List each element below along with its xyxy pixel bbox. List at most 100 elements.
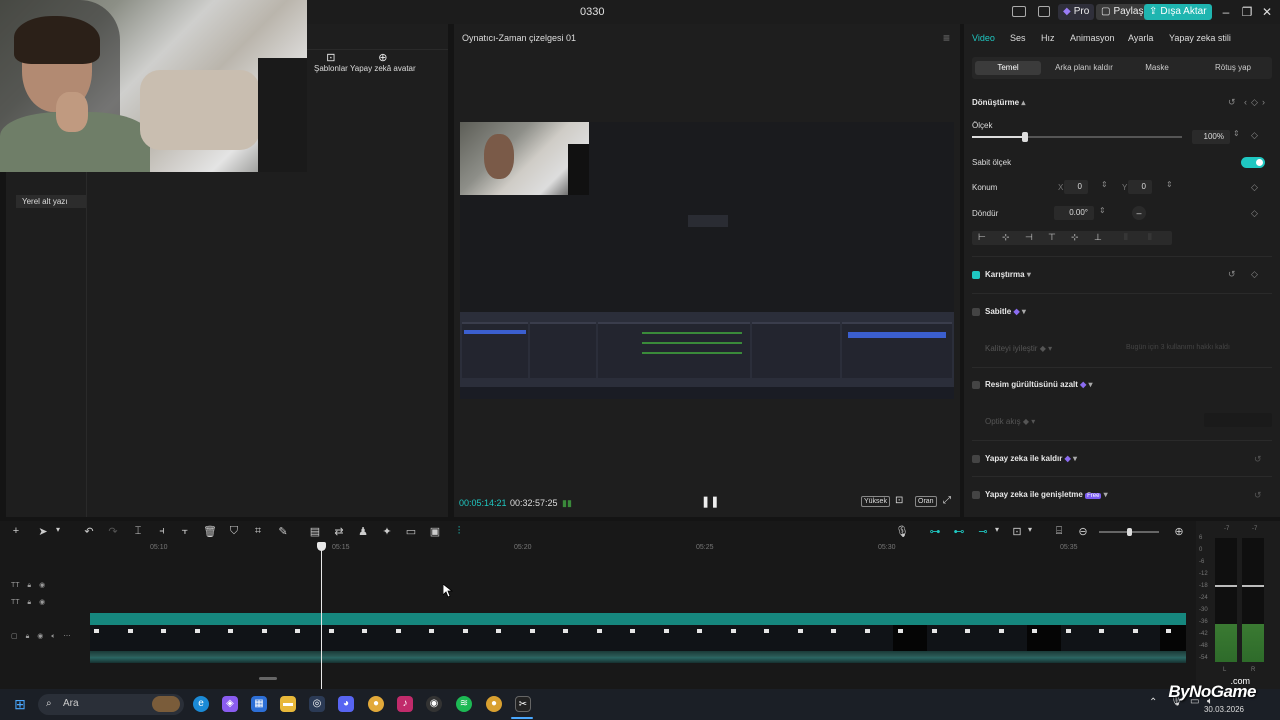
export-button[interactable]: ⇪ Dışa Aktar — [1144, 4, 1212, 20]
copilot-icon[interactable]: ◈ — [222, 696, 238, 712]
magnet-icon[interactable]: ⊷ — [952, 525, 966, 538]
video-preview[interactable] — [460, 122, 954, 399]
share-button[interactable]: ▢ Paylaş — [1096, 4, 1149, 20]
ai-expand-checkbox[interactable] — [972, 491, 980, 499]
rotate-stepper-icon[interactable]: ⇕ — [1099, 206, 1106, 215]
scale-stepper-icon[interactable]: ⇕ — [1233, 129, 1240, 138]
keyframe-icon[interactable]: ◇ — [1251, 97, 1258, 108]
shortcut-icon[interactable] — [1038, 6, 1050, 17]
scale-slider-track[interactable] — [972, 132, 1182, 142]
split-left-icon[interactable]: ⫞ — [155, 525, 169, 538]
taskbar-search[interactable]: ⌕ Ara — [38, 694, 184, 715]
distribute-h-icon[interactable]: ⫴ — [1124, 232, 1128, 243]
video-thumbnails[interactable] — [90, 625, 1186, 651]
eye-icon[interactable]: ◉ — [37, 633, 43, 640]
chevron-up-icon[interactable]: ⌃ — [1149, 697, 1157, 708]
ai-remove-reset-icon[interactable]: ↺ — [1254, 454, 1262, 465]
obs-icon[interactable]: ◉ — [426, 696, 442, 712]
rotate-keyframe-icon[interactable]: ◇ — [1251, 208, 1258, 219]
redo-icon[interactable]: ↷ — [106, 525, 120, 538]
eye-icon[interactable]: ◉ — [39, 599, 45, 606]
tab-adjust[interactable]: Ayarla — [1128, 33, 1153, 43]
ratio-button[interactable]: Oran — [915, 496, 937, 507]
blend-section[interactable]: Karıştırma ▾ — [985, 270, 1031, 279]
rotate-input[interactable]: 0.00° — [1054, 206, 1094, 220]
caption-toggle-icon[interactable]: ⌸ — [1052, 525, 1066, 538]
align-center-h-icon[interactable]: ⊹ — [1002, 232, 1010, 243]
discord-icon[interactable]: ◕ — [338, 696, 354, 712]
mirror-icon[interactable]: ⇄ — [332, 525, 346, 538]
crop-icon[interactable]: ⌗ — [251, 525, 265, 538]
position-keyframe-icon[interactable]: ◇ — [1251, 182, 1258, 193]
templates-tool[interactable]: ⊡ Şablonlar — [314, 52, 348, 73]
chevron-down-icon[interactable]: ▾ — [1023, 525, 1037, 534]
zoom-in-icon[interactable]: ⊕ — [1172, 525, 1186, 538]
subtitle-icon[interactable]: ▭ — [404, 525, 418, 538]
chrome-profile-icon[interactable]: ● — [486, 696, 502, 712]
chevron-down-icon[interactable]: ▾ — [990, 525, 1004, 534]
rotate-dial-icon[interactable]: – — [1132, 206, 1146, 220]
auto-caption-icon[interactable]: ▤ — [308, 525, 322, 538]
align-left-icon[interactable]: ⊢ — [978, 232, 986, 243]
shield-icon[interactable]: ⛉ — [227, 525, 241, 538]
clock-date[interactable]: 30.03.2026 — [1204, 705, 1244, 714]
ai-expand-reset-icon[interactable]: ↺ — [1254, 490, 1262, 501]
position-x-input[interactable]: 0 — [1064, 180, 1088, 194]
zoom-fit-icon[interactable]: ⊡ — [895, 495, 903, 506]
split-right-icon[interactable]: ⫟ — [178, 525, 192, 538]
person-cut-icon[interactable]: ♟ — [356, 525, 370, 538]
undo-icon[interactable]: ↶ — [82, 525, 96, 538]
zoom-slider-track[interactable] — [1099, 528, 1159, 536]
maximize-icon[interactable]: ❐ — [1239, 4, 1255, 20]
distribute-v-icon[interactable]: ⫴ — [1148, 232, 1152, 243]
denoise-checkbox[interactable] — [972, 381, 980, 389]
spotify-icon[interactable]: ≋ — [456, 696, 472, 712]
chevron-down-icon[interactable]: ▾ — [51, 525, 65, 534]
pause-icon[interactable]: ❚❚ — [701, 495, 719, 508]
layout-icon[interactable] — [1012, 6, 1026, 17]
lock-icon[interactable]: 🔒︎ — [26, 633, 30, 640]
subtab-remove-bg[interactable]: Arka planı kaldır — [1046, 61, 1122, 75]
add-icon[interactable]: + — [9, 525, 23, 537]
zoom-slider-knob[interactable] — [1127, 528, 1132, 536]
audio-waveform[interactable] — [90, 651, 1186, 663]
fixed-scale-toggle[interactable] — [1241, 157, 1265, 168]
next-keyframe-icon[interactable]: › — [1262, 97, 1265, 107]
playhead[interactable] — [321, 543, 322, 690]
blend-reset-icon[interactable]: ↺ — [1228, 269, 1236, 280]
edge-icon[interactable]: e — [193, 696, 209, 712]
blend-keyframe-icon[interactable]: ◇ — [1251, 269, 1258, 280]
capcut-icon[interactable]: ✂ — [515, 696, 531, 712]
tiktok-icon[interactable]: ♪ — [397, 696, 413, 712]
video-clip[interactable] — [90, 613, 1186, 625]
blend-checkbox[interactable] — [972, 271, 980, 279]
close-icon[interactable]: ✕ — [1259, 4, 1275, 20]
fullscreen-icon[interactable]: ⤢ — [943, 495, 951, 506]
align-top-icon[interactable]: ⊤ — [1048, 232, 1056, 243]
lock-icon[interactable]: 🔒︎ — [27, 582, 31, 589]
stabilize-section[interactable]: Sabitle ◆ ▾ — [985, 307, 1026, 316]
steam-icon[interactable]: ◎ — [309, 696, 325, 712]
prev-keyframe-icon[interactable]: ‹ — [1244, 97, 1247, 107]
ai-remove-checkbox[interactable] — [972, 455, 980, 463]
stabilize-checkbox[interactable] — [972, 308, 980, 316]
minimize-icon[interactable]: – — [1218, 4, 1234, 20]
store-icon[interactable]: ▦ — [251, 696, 267, 712]
edit-icon[interactable]: ✎ — [276, 525, 290, 538]
link-main-icon[interactable]: ⊶ — [928, 525, 942, 538]
transform-section[interactable]: Dönüştürme ▴ — [972, 98, 1025, 107]
position-x-stepper-icon[interactable]: ⇕ — [1101, 180, 1108, 189]
tab-ai-style[interactable]: Yapay zeka stili — [1169, 33, 1231, 43]
scale-slider-knob[interactable] — [1022, 132, 1028, 142]
quality-button[interactable]: Yüksek — [861, 496, 890, 507]
microphone-icon[interactable]: 🎙︎ — [895, 525, 909, 538]
subtab-basic[interactable]: Temel — [975, 61, 1041, 75]
magic-icon[interactable]: ✦ — [380, 525, 394, 538]
image-icon[interactable]: ▣ — [428, 525, 442, 538]
align-right-icon[interactable]: ⊣ — [1025, 232, 1033, 243]
tab-video[interactable]: Video — [972, 33, 995, 43]
ai-expand-section[interactable]: Yapay zeka ile genişletme Free ▾ — [985, 490, 1108, 499]
eye-icon[interactable]: ◉ — [39, 582, 45, 589]
playhead-handle[interactable] — [317, 542, 326, 551]
tab-speed[interactable]: Hız — [1041, 33, 1055, 43]
